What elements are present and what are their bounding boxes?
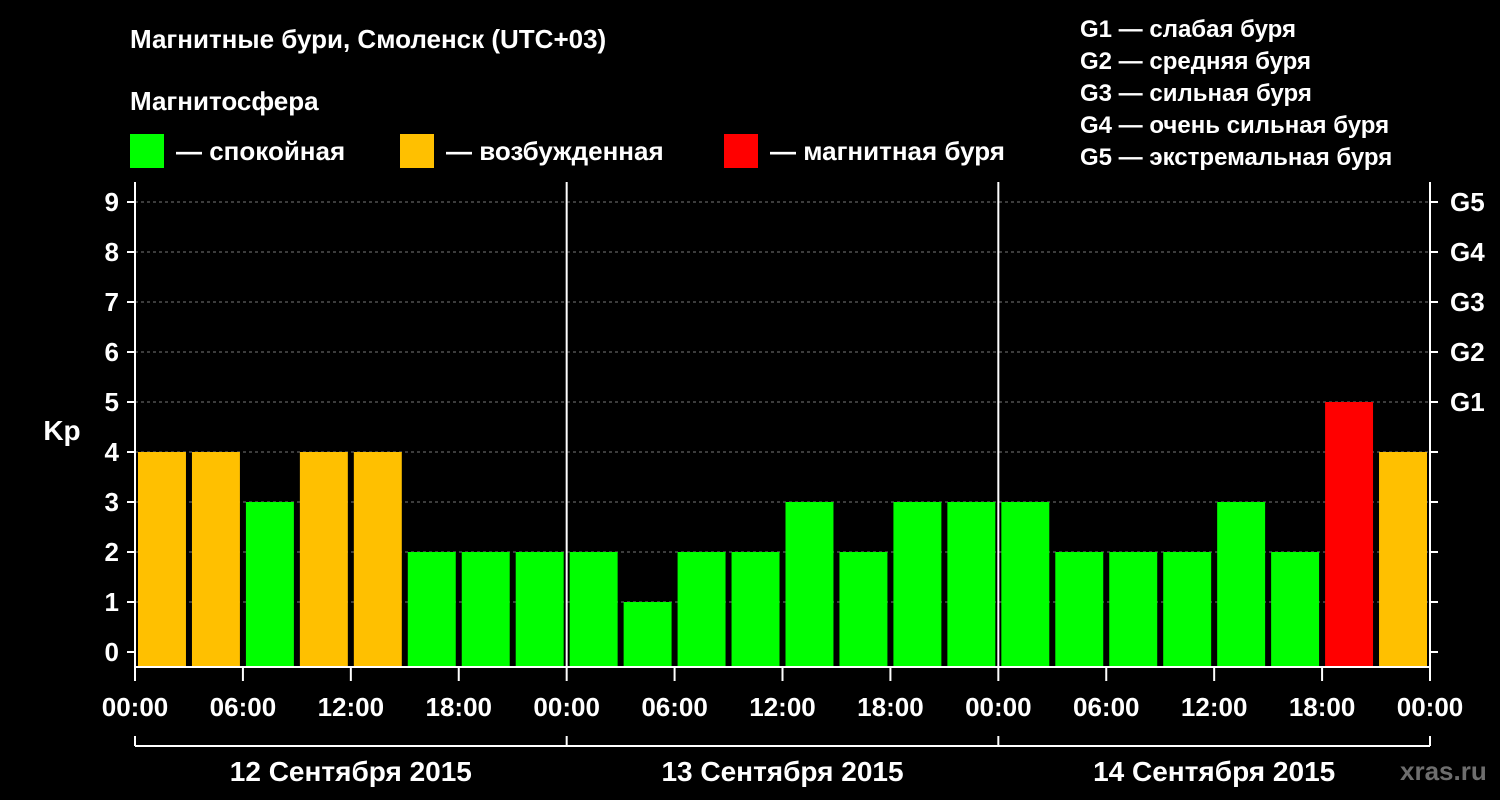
y-tick-label: 6 bbox=[105, 337, 119, 367]
kp-bar bbox=[1379, 452, 1427, 667]
kp-bar bbox=[245, 502, 294, 667]
x-tick-label: 06:00 bbox=[641, 692, 708, 722]
kp-bar bbox=[1217, 502, 1266, 667]
kp-bar bbox=[353, 452, 402, 667]
kp-bar bbox=[1001, 502, 1050, 667]
kp-bar bbox=[623, 602, 672, 667]
y-tick-label: 2 bbox=[105, 537, 119, 567]
kp-bar bbox=[1109, 552, 1158, 667]
kp-bar bbox=[138, 452, 186, 667]
y-tick-label: 0 bbox=[105, 637, 119, 667]
kp-bar bbox=[1325, 402, 1374, 667]
kp-chart: 0 1 2 3 4 5 6 7 8 9 G1 G2 G3 G4 G5 Kp 00:00 06:00 12:00 18:… bbox=[43, 182, 1485, 787]
kp-bar bbox=[515, 552, 564, 667]
y-tick-label: 3 bbox=[105, 487, 119, 517]
y-tick-label: 8 bbox=[105, 237, 119, 267]
g-scale-label: G4 bbox=[1450, 237, 1485, 267]
x-tick-label: 06:00 bbox=[210, 692, 277, 722]
x-tick-label: 18:00 bbox=[857, 692, 924, 722]
kp-bar bbox=[1055, 552, 1104, 667]
x-tick-label: 00:00 bbox=[533, 692, 600, 722]
x-tick-label: 18:00 bbox=[1289, 692, 1356, 722]
g-scale-label: G1 bbox=[1450, 387, 1485, 417]
x-tick-label: 18:00 bbox=[426, 692, 493, 722]
kp-bar bbox=[407, 552, 456, 667]
watermark: xras.ru bbox=[1400, 756, 1487, 786]
kp-bar bbox=[947, 502, 996, 667]
y-tick-label: 1 bbox=[105, 587, 119, 617]
x-tick-label: 00:00 bbox=[1397, 692, 1464, 722]
x-tick-label: 06:00 bbox=[1073, 692, 1140, 722]
x-tick-label: 00:00 bbox=[102, 692, 169, 722]
kp-bar bbox=[785, 502, 834, 667]
kp-bar bbox=[677, 552, 726, 667]
kp-bar bbox=[731, 552, 780, 667]
kp-bar bbox=[461, 552, 510, 667]
y-tick-label: 5 bbox=[105, 387, 119, 417]
day-label: 13 Сентября 2015 bbox=[661, 756, 903, 787]
kp-bar bbox=[299, 452, 348, 667]
g-scale-label: G3 bbox=[1450, 287, 1485, 317]
y-tick-label: 4 bbox=[105, 437, 120, 467]
day-label: 12 Сентября 2015 bbox=[230, 756, 472, 787]
kp-bar bbox=[1271, 552, 1320, 667]
day-label: 14 Сентября 2015 bbox=[1093, 756, 1335, 787]
g-scale-label: G2 bbox=[1450, 337, 1485, 367]
g-scale-label: G5 bbox=[1450, 187, 1485, 217]
kp-bar bbox=[893, 502, 942, 667]
y-tick-label: 9 bbox=[105, 187, 119, 217]
x-tick-label: 00:00 bbox=[965, 692, 1032, 722]
kp-bar bbox=[191, 452, 240, 667]
x-tick-label: 12:00 bbox=[749, 692, 816, 722]
kp-bar bbox=[839, 552, 888, 667]
kp-bar bbox=[569, 552, 618, 667]
x-tick-label: 12:00 bbox=[318, 692, 385, 722]
kp-bar bbox=[1163, 552, 1212, 667]
y-axis-label: Kp bbox=[43, 415, 80, 446]
x-tick-label: 12:00 bbox=[1181, 692, 1248, 722]
y-tick-label: 7 bbox=[105, 287, 119, 317]
